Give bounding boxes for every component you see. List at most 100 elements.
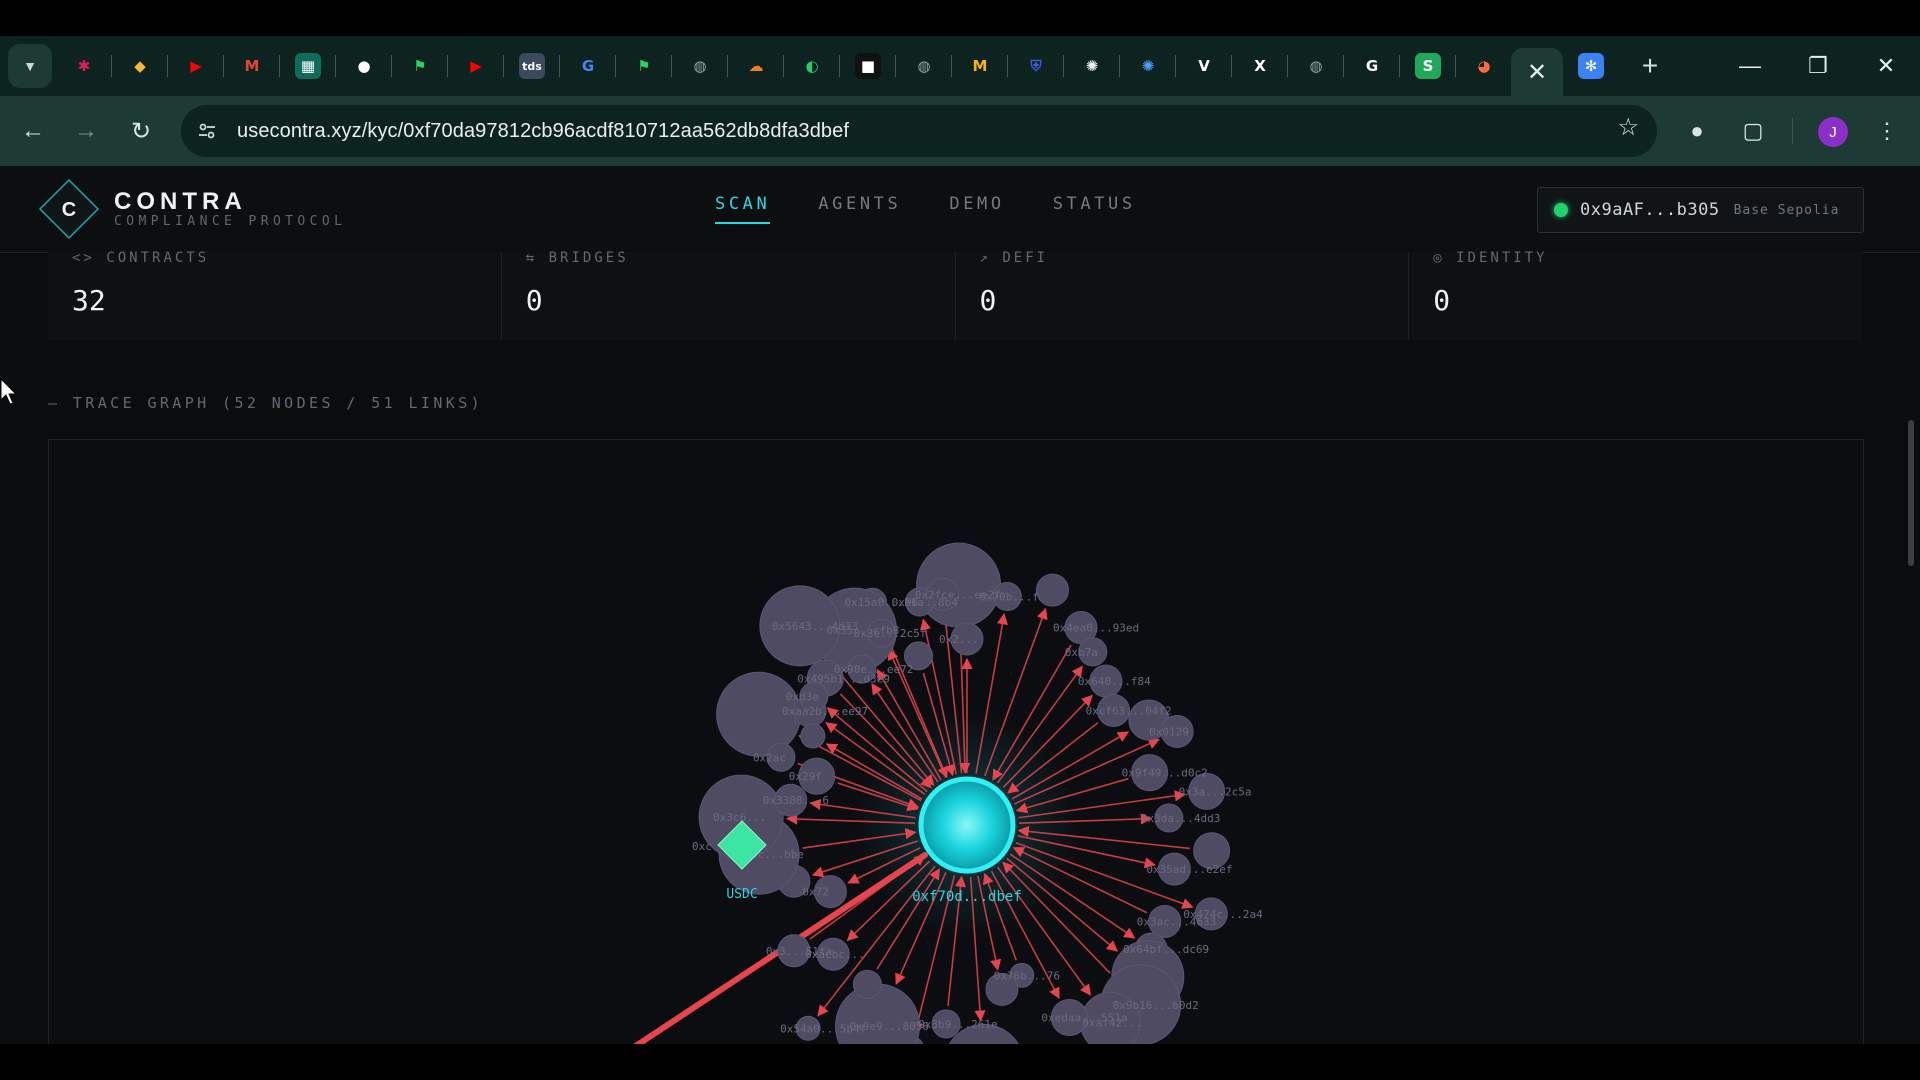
reload-button[interactable]: ↻ bbox=[120, 110, 162, 152]
tab-separator bbox=[559, 55, 560, 77]
tab-0[interactable]: ✱ bbox=[64, 46, 104, 86]
nav-scan[interactable]: SCAN bbox=[715, 194, 771, 224]
tab-separator bbox=[1455, 55, 1456, 77]
node-label[interactable]: 0xaf42... bbox=[1082, 1016, 1142, 1029]
node-label[interactable]: 0x3e...2c5f bbox=[854, 627, 927, 640]
trace-graph-panel[interactable]: 0x15a0...b1a 0x640...f84 0x3a...2c5a 0x3ac.… bbox=[48, 439, 1864, 1044]
chrome-menu-button[interactable]: ⋮ bbox=[1866, 110, 1908, 152]
tab-9[interactable]: G bbox=[568, 46, 608, 86]
site-info-button[interactable] bbox=[187, 111, 227, 151]
address-bar[interactable]: usecontra.xyz/kyc/0xf70da97812cb96acdf81… bbox=[181, 105, 1657, 157]
node-label[interactable]: 0x0129 bbox=[1149, 725, 1189, 738]
node-label[interactable]: 0x4ea0...93ed bbox=[1053, 622, 1139, 635]
nav-demo[interactable]: DEMO bbox=[949, 194, 1004, 224]
tab-4[interactable]: ▦ bbox=[288, 46, 328, 86]
slack-icon: ✱ bbox=[77, 57, 91, 75]
stat-label-text: CONTRACTS bbox=[106, 250, 210, 266]
stat-label: ⇆ BRIDGES bbox=[526, 250, 629, 266]
trace-graph[interactable]: 0x15a0...b1a0x640...f840x3a...2c5a0x3ac.… bbox=[49, 440, 1863, 1044]
s-icon: S bbox=[1415, 53, 1441, 79]
node-label[interactable]: 0x3c6... bbox=[713, 811, 766, 824]
tab-2[interactable]: ▶ bbox=[176, 46, 216, 86]
extension-button[interactable]: ● bbox=[1676, 110, 1718, 152]
tab-23[interactable]: G bbox=[1352, 46, 1392, 86]
tab-5[interactable]: ● bbox=[344, 46, 384, 86]
node-label[interactable]: 0x2... bbox=[939, 633, 979, 646]
node-label[interactable]: 0x9e9...8056 bbox=[850, 1020, 929, 1033]
profile-avatar[interactable]: J bbox=[1818, 117, 1848, 147]
node-label[interactable]: 0xacbc... bbox=[805, 948, 865, 961]
node-label[interactable]: 0x29f bbox=[789, 770, 822, 783]
node-label[interactable]: 0xcf63...04f2 bbox=[1086, 704, 1172, 717]
minimize-button[interactable]: — bbox=[1716, 36, 1784, 96]
tab-24[interactable]: S bbox=[1408, 46, 1448, 86]
tab-10[interactable]: ⚑ bbox=[624, 46, 664, 86]
extensions-menu-button[interactable]: ▢ bbox=[1732, 110, 1774, 152]
tab-7[interactable]: ▶ bbox=[456, 46, 496, 86]
tab-separator bbox=[167, 55, 168, 77]
new-tab-button[interactable]: + bbox=[1630, 46, 1670, 86]
tab-12[interactable]: ☁ bbox=[736, 46, 776, 86]
forward-button[interactable]: → bbox=[65, 110, 107, 152]
node-label[interactable]: 0x9b16...b0d2 bbox=[1113, 999, 1199, 1012]
tab-1[interactable]: ◆ bbox=[120, 46, 160, 86]
tab-25[interactable]: ◕ bbox=[1464, 46, 1504, 86]
tab-22[interactable]: ◍ bbox=[1296, 46, 1336, 86]
screen-bottom-bar bbox=[0, 1044, 1920, 1080]
nav-agents[interactable]: AGENTS bbox=[818, 194, 901, 224]
node-label[interactable]: 0x96...8b4 bbox=[892, 596, 959, 609]
node-label[interactable]: 0x64bf...dc69 bbox=[1123, 943, 1209, 956]
node-label[interactable]: 0xd3e bbox=[786, 690, 819, 703]
node-label[interactable]: 0x3b9...261e bbox=[918, 1018, 997, 1031]
tab-after-active[interactable]: ✻ bbox=[1571, 46, 1611, 86]
tab-15[interactable]: ◍ bbox=[904, 46, 944, 86]
tab-18[interactable]: ✺ bbox=[1072, 46, 1112, 86]
node-label[interactable]: 0xb7a bbox=[1065, 646, 1098, 659]
tab-16[interactable]: M bbox=[960, 46, 1000, 86]
node-label[interactable]: 0xaa2b...ee97 bbox=[782, 705, 868, 718]
youtube-icon: ▶ bbox=[470, 57, 482, 75]
node-label[interactable]: 0x640...f84 bbox=[1078, 675, 1151, 688]
tab-19[interactable]: ✺ bbox=[1128, 46, 1168, 86]
node-label[interactable]: 0x3a...2c5a bbox=[1179, 785, 1252, 798]
node-circle[interactable] bbox=[1036, 573, 1070, 607]
node-label[interactable]: 0x495b1...d3e9 bbox=[797, 672, 890, 685]
globe-icon: ◍ bbox=[693, 57, 707, 75]
node-label[interactable]: 0x76b...76 bbox=[994, 969, 1060, 982]
tab-search-button[interactable]: ▼ bbox=[8, 44, 52, 88]
stat-identity: ◎ IDENTITY 0 bbox=[1409, 250, 1862, 340]
tab-21[interactable]: X bbox=[1240, 46, 1280, 86]
logo-name[interactable]: CONTRA bbox=[114, 188, 247, 216]
node-circle[interactable] bbox=[852, 969, 882, 999]
node-label[interactable]: 0x35ad...e2ef bbox=[1146, 863, 1232, 876]
close-window-button[interactable]: ✕ bbox=[1852, 36, 1920, 96]
wallet-button[interactable]: 0x9aAF...b305 Base Sepolia bbox=[1537, 187, 1864, 233]
tab-20[interactable]: V bbox=[1184, 46, 1224, 86]
node-label[interactable]: 0x72 bbox=[802, 886, 829, 899]
nav-status[interactable]: STATUS bbox=[1053, 194, 1136, 224]
active-tab[interactable]: ✕ bbox=[1511, 48, 1563, 96]
node-label[interactable]: 0x2ac bbox=[753, 751, 786, 764]
url-text[interactable]: usecontra.xyz/kyc/0xf70da97812cb96acdf81… bbox=[237, 120, 849, 143]
scrollbar-thumb[interactable] bbox=[1908, 420, 1914, 566]
stat-bridges: ⇆ BRIDGES 0 bbox=[502, 250, 956, 340]
tab-6[interactable]: ⚑ bbox=[400, 46, 440, 86]
node-label[interactable]: 0x474c...2a4 bbox=[1183, 908, 1263, 921]
node-label[interactable]: 0x3da...4dd3 bbox=[1141, 812, 1220, 825]
tab-8[interactable]: tds bbox=[512, 46, 552, 86]
node-circle[interactable] bbox=[800, 723, 826, 749]
restore-button[interactable]: ❐ bbox=[1784, 36, 1852, 96]
tab-3[interactable]: M bbox=[232, 46, 272, 86]
node-label[interactable]: 0x9f49...d0c2 bbox=[1122, 767, 1208, 780]
center-node[interactable] bbox=[918, 776, 1016, 874]
trend-icon: ↗ bbox=[979, 250, 991, 266]
tab-11[interactable]: ◍ bbox=[680, 46, 720, 86]
tab-17[interactable]: ⛨ bbox=[1016, 46, 1056, 86]
page-scrollbar[interactable] bbox=[1906, 252, 1916, 1044]
bookmark-star-icon[interactable]: ☆ bbox=[1617, 113, 1639, 142]
tab-13[interactable]: ◐ bbox=[792, 46, 832, 86]
back-button[interactable]: ← bbox=[12, 110, 54, 152]
tab-14[interactable]: ■ bbox=[848, 46, 888, 86]
close-icon[interactable]: ✕ bbox=[1527, 58, 1547, 87]
node-label[interactable]: 0x3380...6 bbox=[763, 794, 829, 807]
